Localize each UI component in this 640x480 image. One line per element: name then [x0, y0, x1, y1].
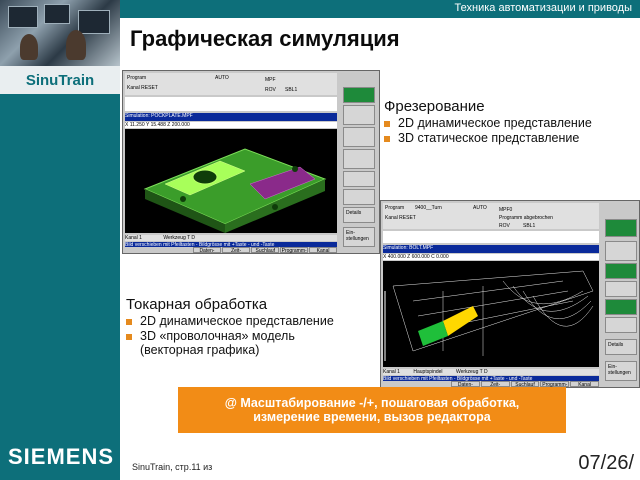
vsk-view-3d-icon[interactable] [343, 149, 375, 169]
turning-description: Токарная обработка 2D динамическое предс… [126, 296, 334, 357]
settings-label: Ein-stellungen [608, 364, 631, 376]
status-tool: Werkzeug T D [163, 235, 196, 241]
program-name: 9400__Turn [415, 205, 442, 211]
vsk-simulation-icon[interactable] [343, 87, 375, 103]
status-channel: Kanal 1 [383, 369, 400, 375]
mpf-label: MPF [265, 77, 276, 83]
vsk-details[interactable]: Details [343, 207, 375, 223]
softkey-data-sync[interactable]: Daten-abgleich [193, 247, 221, 253]
softkey-channel-spindle[interactable]: Kanal Spindel [570, 381, 599, 387]
program-label: Program [385, 205, 405, 211]
coordinates: X 11.250 Y 15.488 Z 200.000 [125, 122, 190, 128]
top-bar: Техника автоматизации и приводы [120, 0, 640, 18]
sbl-label: SBL1 [523, 223, 536, 229]
page-date: 07/26/ [578, 452, 634, 474]
status-channel: Kanal 1 [125, 235, 142, 241]
milling-3d-view [125, 129, 337, 233]
vsk-step-icon[interactable] [605, 317, 637, 333]
features-callout: @ Масштабирование -/+, пошаговая обработ… [178, 387, 566, 433]
channel-reset: Kanal RESET [385, 215, 416, 221]
turning-item-2: 3D «проволочная» модель [126, 329, 334, 343]
mode-label: AUTO [215, 75, 229, 81]
milling-item-1: 2D динамическое представление [384, 116, 592, 130]
vsk-wireframe-icon[interactable] [605, 263, 637, 279]
turning-simulation-screen: Program 9400__Turn AUTO Kanal RESET MPF0… [380, 200, 640, 388]
softkey-search[interactable]: Suchlauf [251, 247, 280, 253]
callout-line-2: измерение времени, вызов редактора [253, 410, 491, 424]
softkey-time-eval[interactable]: Zeit-Auswertung [221, 247, 251, 253]
vsk-view-top-icon[interactable] [343, 105, 375, 125]
milling-heading: Фрезерование [384, 98, 485, 115]
mpf-label: MPF0 [499, 207, 513, 213]
details-label: Details [608, 342, 624, 348]
milled-part-render [143, 148, 327, 233]
vsk-simulation-icon[interactable] [605, 219, 637, 237]
program-aborted: Programm abgebrochen [499, 215, 553, 221]
callout-line-1: @ Масштабирование -/+, пошаговая обработ… [224, 396, 520, 410]
vsk-settings[interactable]: Ein-stellungen [605, 361, 637, 381]
vsk-details[interactable]: Details [605, 339, 637, 355]
simulation-title-bar: Simulation: POCKPLATE.MPF [125, 113, 337, 121]
program-label: Program [127, 75, 147, 81]
milling-simulation-screen: Program Kanal RESET AUTO MPF ROV SBL1 Si… [122, 70, 380, 254]
turning-heading: Токарная обработка [126, 296, 268, 313]
page-footer: SinuTrain, стр.11 из [132, 462, 213, 472]
settings-label: Ein-stellungen [346, 230, 369, 242]
rov-label: ROV [265, 87, 276, 93]
sim-file: Simulation: BOLT.MPF [383, 245, 434, 251]
vsk-tool-icon[interactable] [605, 281, 637, 297]
vsk-view-icon[interactable] [605, 241, 637, 261]
coordinates: X 400.000 Z 600.000 C 0.000 [383, 254, 449, 260]
vsk-tool-icon[interactable] [343, 171, 375, 187]
product-name: SinuTrain [0, 66, 120, 94]
vsk-settings[interactable]: Ein-stellungen [343, 227, 375, 247]
milling-item-2: 3D статическое представление [384, 131, 592, 145]
turning-item-2-cont: (векторная графика) [140, 343, 260, 357]
header-photo [0, 0, 120, 66]
turning-item-1: 2D динамическое представление [126, 314, 334, 328]
status-tool: Werkzeug T D [455, 369, 488, 375]
milling-description: Фрезерование 2D динамическое представлен… [384, 98, 592, 145]
sim-file: Simulation: POCKPLATE.MPF [125, 113, 193, 119]
sbl-label: SBL1 [285, 87, 298, 93]
details-label: Details [346, 210, 362, 216]
rov-label: ROV [499, 223, 510, 229]
turning-wireframe-view [383, 261, 599, 367]
wireframe-render [384, 270, 594, 361]
page-title: Графическая симуляция [130, 26, 400, 51]
company-tagline: Техника автоматизации и приводы [454, 2, 632, 14]
brand-sidebar: SinuTrain SIEMENS [0, 0, 120, 480]
vsk-view-side-icon[interactable] [343, 127, 375, 147]
softkey-program-correction[interactable]: Programm-korrektur [280, 247, 309, 253]
softkey-channel-spindle[interactable]: Kanal Spindel [309, 247, 338, 253]
mode-label: AUTO [473, 205, 487, 211]
siemens-logo: SIEMENS [8, 444, 115, 469]
status-spindle: Hauptspindel [413, 369, 443, 375]
channel-reset: Kanal RESET [127, 85, 158, 91]
vsk-zoom-icon[interactable] [605, 299, 637, 315]
vsk-zoom-icon[interactable] [343, 189, 375, 205]
